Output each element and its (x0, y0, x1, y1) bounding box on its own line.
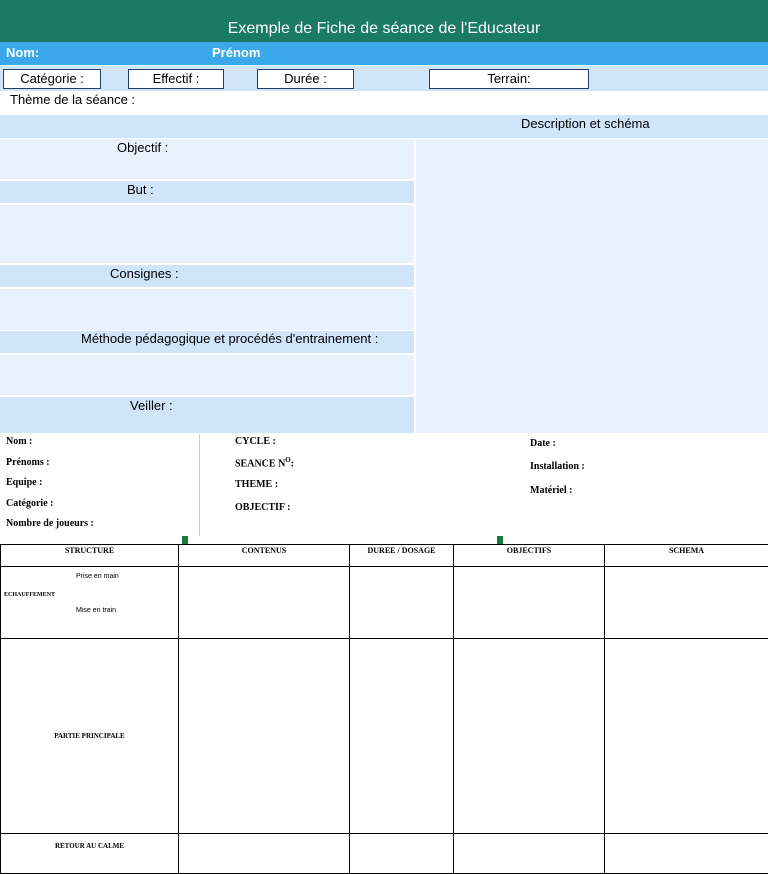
prenom-label: Prénom (212, 45, 260, 60)
table-header-row: STRUCTURE CONTENUS DUREE / DOSAGE OBJECT… (1, 545, 768, 567)
table-row-partie-principale: PARTIE PRINCIPALE (1, 639, 768, 834)
veiller-label: Veiller : (130, 398, 173, 413)
terrain-field[interactable]: Terrain: (429, 69, 589, 89)
consignes-label: Consignes : (110, 266, 179, 281)
principale-schema-cell[interactable] (605, 639, 768, 834)
info-bar: Catégorie : Effectif : Durée : Terrain: (0, 66, 768, 91)
principale-contenus-cell[interactable] (179, 639, 350, 834)
seance-label: SEANCE NO: (235, 456, 294, 469)
echauffement-objectifs-cell[interactable] (454, 567, 605, 639)
prise-en-main-label: Prise en main (76, 573, 119, 580)
calme-duree-cell[interactable] (350, 834, 454, 874)
header-contenus: CONTENUS (179, 545, 350, 567)
theme-field-label: THEME : (235, 479, 278, 490)
page-title: Exemple de Fiche de séance de l'Educateu… (0, 0, 768, 42)
but-label: But : (127, 182, 154, 197)
nom-field-label: Nom : (6, 436, 32, 447)
categorie-field[interactable]: Catégorie : (3, 69, 101, 89)
theme-label: Thème de la séance : (10, 92, 135, 107)
methode-section[interactable] (0, 355, 414, 395)
retour-au-calme-label: RETOUR AU CALME (1, 834, 179, 874)
divider (199, 434, 200, 536)
table-row-echauffement: ECHAUFFEMENT Prise en main Mise en train (1, 567, 768, 639)
principale-duree-cell[interactable] (350, 639, 454, 834)
header-structure: STRUCTURE (1, 545, 179, 567)
echauffement-schema-cell[interactable] (605, 567, 768, 639)
seance-table: STRUCTURE CONTENUS DUREE / DOSAGE OBJECT… (0, 544, 768, 874)
duree-field[interactable]: Durée : (257, 69, 354, 89)
consignes-section[interactable] (0, 289, 414, 330)
categorie-field-label: Catégorie : (6, 498, 53, 509)
consignes-header: Consignes : (0, 265, 414, 287)
objectif-label: Objectif : (117, 140, 168, 155)
objectif-field-label: OBJECTIF : (235, 502, 290, 513)
description-bar: Description et schéma (0, 115, 768, 138)
prenoms-field-label: Prénoms : (6, 457, 50, 468)
header-schema: SCHEMA (605, 545, 768, 567)
table-row-retour-au-calme: RETOUR AU CALME (1, 834, 768, 874)
nom-label: Nom: (6, 45, 39, 60)
materiel-label: Matériel : (530, 485, 572, 496)
description-label: Description et schéma (521, 116, 650, 131)
name-bar: Nom: Prénom (0, 42, 768, 65)
methode-label: Méthode pédagogique et procédés d'entrai… (81, 331, 378, 346)
seance-form-header: Nom : Prénoms : Equipe : Catégorie : Nom… (0, 434, 768, 542)
but-header: But : (0, 181, 414, 203)
header-objectifs: OBJECTIFS (454, 545, 605, 567)
methode-header: Méthode pédagogique et procédés d'entrai… (0, 331, 414, 353)
nombre-joueurs-label: Nombre de joueurs : (6, 518, 94, 529)
echauffement-contenus-cell[interactable] (179, 567, 350, 639)
echauffement-cell: ECHAUFFEMENT Prise en main Mise en train (1, 567, 179, 639)
date-label: Date : (530, 438, 556, 449)
echauffement-duree-cell[interactable] (350, 567, 454, 639)
cycle-label: CYCLE : (235, 436, 276, 447)
principale-objectifs-cell[interactable] (454, 639, 605, 834)
calme-objectifs-cell[interactable] (454, 834, 605, 874)
mise-en-train-label: Mise en train (76, 607, 116, 614)
calme-contenus-cell[interactable] (179, 834, 350, 874)
description-area[interactable] (416, 139, 768, 433)
echauffement-label: ECHAUFFEMENT (4, 592, 55, 598)
objectif-section: Objectif : (0, 139, 414, 179)
header-duree-dosage: DUREE / DOSAGE (350, 545, 454, 567)
veiller-section: Veiller : (0, 397, 414, 433)
effectif-field[interactable]: Effectif : (128, 69, 224, 89)
calme-schema-cell[interactable] (605, 834, 768, 874)
but-section[interactable] (0, 205, 414, 263)
partie-principale-label: PARTIE PRINCIPALE (1, 639, 179, 834)
equipe-field-label: Equipe : (6, 477, 42, 488)
installation-label: Installation : (530, 461, 585, 472)
